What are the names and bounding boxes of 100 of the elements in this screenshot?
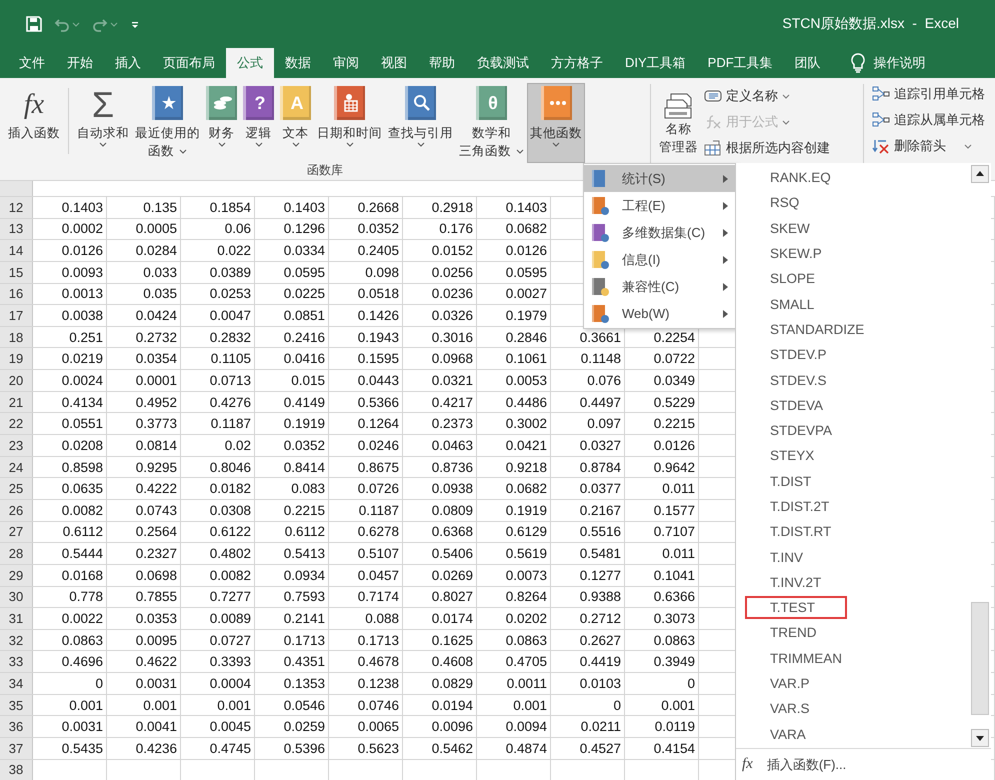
save-icon[interactable] <box>26 16 42 32</box>
ribbon-command[interactable]: 追踪引用单元格 <box>872 82 985 106</box>
menu-item[interactable]: 信息(I) <box>584 246 736 273</box>
insert-function-item[interactable]: fx 插入函数(F)... <box>736 748 991 780</box>
menu-item[interactable]: VAR.S <box>736 696 966 722</box>
table-cell: 0.8598 <box>33 456 107 478</box>
row-header[interactable]: 38 <box>0 760 33 780</box>
menu-item[interactable]: VARA <box>736 722 966 747</box>
row-header[interactable]: 31 <box>0 608 33 629</box>
menu-item[interactable]: TRIMMEAN <box>736 646 966 671</box>
ribbon-tab[interactable]: 方方格子 <box>540 48 614 78</box>
menu-item[interactable]: SKEW <box>736 216 966 241</box>
menu-item[interactable]: TREND <box>736 620 966 646</box>
ribbon-button[interactable]: ★ 最近使用的 函数 <box>133 84 202 162</box>
ribbon-tab[interactable]: 视图 <box>370 48 418 78</box>
name-manager-button[interactable]: 名称 管理器 <box>657 84 700 162</box>
table-cell: 0.0031 <box>107 673 181 694</box>
menu-item[interactable]: STDEVA <box>736 392 966 418</box>
row-header[interactable]: 15 <box>0 262 33 283</box>
scroll-thumb[interactable] <box>971 602 989 715</box>
table-cell: 0.0321 <box>403 370 477 391</box>
scroll-down-icon[interactable] <box>971 729 989 747</box>
row-header[interactable]: 23 <box>0 435 33 456</box>
row-header[interactable]: 17 <box>0 305 33 326</box>
row-header[interactable]: 21 <box>0 392 33 412</box>
ribbon-button[interactable]: 日期和时间 <box>315 84 384 162</box>
ribbon-button[interactable]: Σ 自动求和 <box>75 84 131 162</box>
row-header[interactable]: 33 <box>0 651 33 672</box>
scroll-up-icon[interactable] <box>971 165 989 183</box>
row-header[interactable]: 26 <box>0 500 33 521</box>
ribbon-button[interactable]: fx 插入函数 <box>6 84 62 162</box>
tell-me-search[interactable]: 操作说明 <box>874 48 926 78</box>
row-header[interactable]: 28 <box>0 543 33 564</box>
ribbon-tab[interactable]: 公式 <box>226 48 274 78</box>
row-header[interactable]: 29 <box>0 564 33 586</box>
menu-item[interactable]: T.DIST.2T <box>736 494 966 520</box>
menu-item[interactable]: SKEW.P <box>736 240 966 266</box>
row-header[interactable]: 14 <box>0 240 33 261</box>
ribbon-button[interactable]: θ 数学和 三角函数 <box>457 84 526 162</box>
ribbon-tab[interactable]: 帮助 <box>418 48 466 78</box>
ribbon-command[interactable]: 追踪从属单元格 <box>872 108 985 132</box>
ribbon-command[interactable]: 删除箭头 <box>872 134 985 158</box>
row-header[interactable]: 34 <box>0 673 33 694</box>
ribbon-tab[interactable]: 审阅 <box>322 48 370 78</box>
ribbon-tab[interactable]: 开始 <box>56 48 104 78</box>
row-header[interactable]: 25 <box>0 478 33 499</box>
row-header[interactable]: 18 <box>0 326 33 348</box>
menu-item[interactable]: SMALL <box>736 291 966 317</box>
menu-item[interactable]: STDEV.P <box>736 342 966 368</box>
row-header[interactable]: 22 <box>0 413 33 434</box>
row-header[interactable]: 32 <box>0 630 33 650</box>
menu-item[interactable]: 多维数据集(C) <box>584 219 736 246</box>
menu-item[interactable]: T.DIST.RT <box>736 519 966 544</box>
row-header[interactable]: 30 <box>0 586 33 608</box>
row-header[interactable]: 35 <box>0 694 33 716</box>
ribbon-tab[interactable]: 团队 <box>784 48 832 78</box>
menu-item[interactable]: 工程(E) <box>584 192 736 219</box>
menu-item[interactable]: STDEV.S <box>736 367 966 393</box>
ribbon-tab[interactable]: DIY工具箱 <box>614 48 697 78</box>
table-cell: 0.4622 <box>107 651 181 672</box>
scrollbar[interactable] <box>971 165 989 747</box>
menu-item[interactable]: RSQ <box>736 190 966 216</box>
ribbon-button[interactable]: 其他函数 <box>528 84 584 162</box>
menu-item[interactable]: T.INV.2T <box>736 570 966 596</box>
menu-item[interactable]: STDEVPA <box>736 418 966 444</box>
ribbon-button[interactable]: A 文本 <box>278 84 313 162</box>
menu-item[interactable]: T.DIST <box>736 468 966 494</box>
menu-item[interactable]: T.TEST <box>744 595 848 620</box>
ribbon-tab[interactable]: 插入 <box>104 48 152 78</box>
row-header[interactable]: 12 <box>0 197 33 218</box>
menu-item[interactable]: Web(W) <box>584 300 736 327</box>
ribbon-tab[interactable]: 数据 <box>274 48 322 78</box>
ribbon-button[interactable]: 查找与引用 <box>386 84 455 162</box>
ribbon-tab[interactable]: 页面布局 <box>152 48 226 78</box>
table-cell: 0.0551 <box>33 413 107 434</box>
menu-item[interactable]: 兼容性(C) <box>584 273 736 300</box>
table-cell: 0.0698 <box>107 564 181 586</box>
menu-item[interactable]: 统计(S) <box>584 165 736 192</box>
ribbon-button[interactable]: ? 逻辑 <box>241 84 276 162</box>
row-header[interactable]: 36 <box>0 716 33 738</box>
menu-item[interactable]: SLOPE <box>736 266 966 292</box>
menu-item[interactable]: STEYX <box>736 443 966 469</box>
ribbon-command[interactable]: 定义名称 <box>704 84 830 108</box>
row-header[interactable]: 20 <box>0 370 33 391</box>
row-header[interactable]: 27 <box>0 522 33 542</box>
ribbon-button[interactable]: 财务 <box>204 84 239 162</box>
menu-item[interactable]: STANDARDIZE <box>736 316 966 342</box>
ribbon-tab[interactable]: 负载测试 <box>466 48 540 78</box>
menu-item[interactable]: T.INV <box>736 544 966 570</box>
row-header[interactable]: 19 <box>0 348 33 370</box>
ribbon-tab[interactable]: PDF工具集 <box>696 48 784 78</box>
row-header[interactable]: 13 <box>0 218 33 240</box>
menu-item[interactable]: RANK.EQ <box>736 165 966 190</box>
ribbon-command[interactable]: 根据所选内容创建 <box>704 136 830 160</box>
menu-item[interactable]: VAR.P <box>736 670 966 696</box>
lightbulb-icon[interactable] <box>850 53 866 73</box>
row-header[interactable]: 37 <box>0 738 33 759</box>
row-header[interactable]: 24 <box>0 456 33 478</box>
ribbon-tab[interactable]: 文件 <box>8 48 56 78</box>
row-header[interactable]: 16 <box>0 284 33 304</box>
